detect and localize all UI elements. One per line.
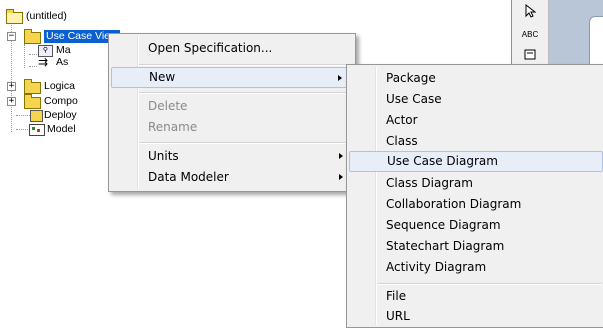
tree-item-logical-view[interactable]: + Logica xyxy=(4,79,104,94)
menu-item-actor[interactable]: Actor xyxy=(349,110,603,131)
tree-item-deployment-view[interactable]: Deploy xyxy=(4,109,104,122)
menu-separator xyxy=(139,92,352,94)
menu-item-use-case-diagram[interactable]: Use Case Diagram xyxy=(349,151,603,172)
menu-item-label: Rename xyxy=(148,120,198,134)
folder-icon xyxy=(24,79,41,94)
menu-item-package[interactable]: Package xyxy=(349,68,603,89)
expand-toggle-icon[interactable]: + xyxy=(7,82,16,91)
tree-root-label: (untitled) xyxy=(26,10,67,22)
folder-icon xyxy=(24,29,41,44)
association-icon: ⇉ xyxy=(38,55,49,69)
folder-icon xyxy=(24,94,41,109)
menu-separator xyxy=(139,64,352,66)
tree-item-label: Deploy xyxy=(44,109,77,121)
submenu-arrow-icon xyxy=(338,75,342,81)
deployment-icon xyxy=(30,110,43,122)
menu-separator xyxy=(377,283,602,285)
menu-item-rename[interactable]: Rename xyxy=(111,117,353,138)
menu-item-data-modeler[interactable]: Data Modeler xyxy=(111,167,353,188)
menu-separator xyxy=(139,142,352,144)
submenu-arrow-icon xyxy=(339,174,343,180)
menu-item-label: File xyxy=(386,289,407,303)
model-root-icon xyxy=(6,9,23,24)
submenu-arrow-icon xyxy=(339,153,343,159)
menu-item-statechart-diagram[interactable]: Statechart Diagram xyxy=(349,236,603,257)
menu-item-label: Activity Diagram xyxy=(386,260,487,274)
new-submenu: Package Use Case Actor Class Use Case Di… xyxy=(346,64,603,328)
menu-item-url[interactable]: URL xyxy=(349,306,603,327)
tree-item-use-case-view[interactable]: − Use Case View xyxy=(4,29,124,44)
menu-item-new[interactable]: New xyxy=(111,67,353,88)
menu-item-label: Use Case Diagram xyxy=(387,154,498,168)
menu-item-class[interactable]: Class xyxy=(349,131,603,152)
arrow-pointer-icon[interactable] xyxy=(518,3,542,22)
menu-item-label: Class xyxy=(386,134,418,148)
expand-toggle-icon[interactable]: + xyxy=(7,97,16,106)
tree-item-label: Compo xyxy=(44,95,78,107)
model-properties-icon xyxy=(29,124,45,136)
menu-item-label: Use Case xyxy=(386,92,442,106)
tree-item-component-view[interactable]: + Compo xyxy=(4,94,104,109)
tree-item-model-properties[interactable]: Model xyxy=(4,123,104,136)
menu-item-label: New xyxy=(149,70,176,84)
tree-item-associations[interactable]: ⇉ As xyxy=(4,56,84,69)
menu-item-collaboration-diagram[interactable]: Collaboration Diagram xyxy=(349,194,603,215)
menu-item-use-case[interactable]: Use Case xyxy=(349,89,603,110)
menu-item-label: Delete xyxy=(148,99,188,113)
menu-item-delete[interactable]: Delete xyxy=(111,96,353,117)
menu-item-label: Data Modeler xyxy=(148,170,229,184)
menu-item-activity-diagram[interactable]: Activity Diagram xyxy=(349,257,603,278)
tree-item-label: As xyxy=(56,56,69,68)
menu-item-open-specification[interactable]: Open Specification... xyxy=(111,38,353,59)
menu-item-label: Actor xyxy=(386,113,418,127)
menu-item-label: Package xyxy=(386,71,436,85)
menu-item-label: Units xyxy=(148,149,179,163)
menu-item-sequence-diagram[interactable]: Sequence Diagram xyxy=(349,215,603,236)
menu-item-label: Class Diagram xyxy=(386,176,473,190)
menu-item-label: Open Specification... xyxy=(148,41,273,55)
context-menu: Open Specification... New Delete Rename … xyxy=(108,33,356,192)
menu-item-label: Sequence Diagram xyxy=(386,218,501,232)
menu-item-label: Statechart Diagram xyxy=(386,239,505,253)
menu-item-label: Collaboration Diagram xyxy=(386,197,522,211)
collapse-toggle-icon[interactable]: − xyxy=(7,32,16,41)
text-tool-icon[interactable]: ABC xyxy=(518,26,542,44)
menu-item-file[interactable]: File xyxy=(349,286,603,307)
menu-item-units[interactable]: Units xyxy=(111,146,353,167)
tree-root[interactable]: (untitled) xyxy=(4,9,124,24)
tree-item-label: Logica xyxy=(44,80,75,92)
tree-item-label: Model xyxy=(47,123,76,135)
menu-item-class-diagram[interactable]: Class Diagram xyxy=(349,173,603,194)
